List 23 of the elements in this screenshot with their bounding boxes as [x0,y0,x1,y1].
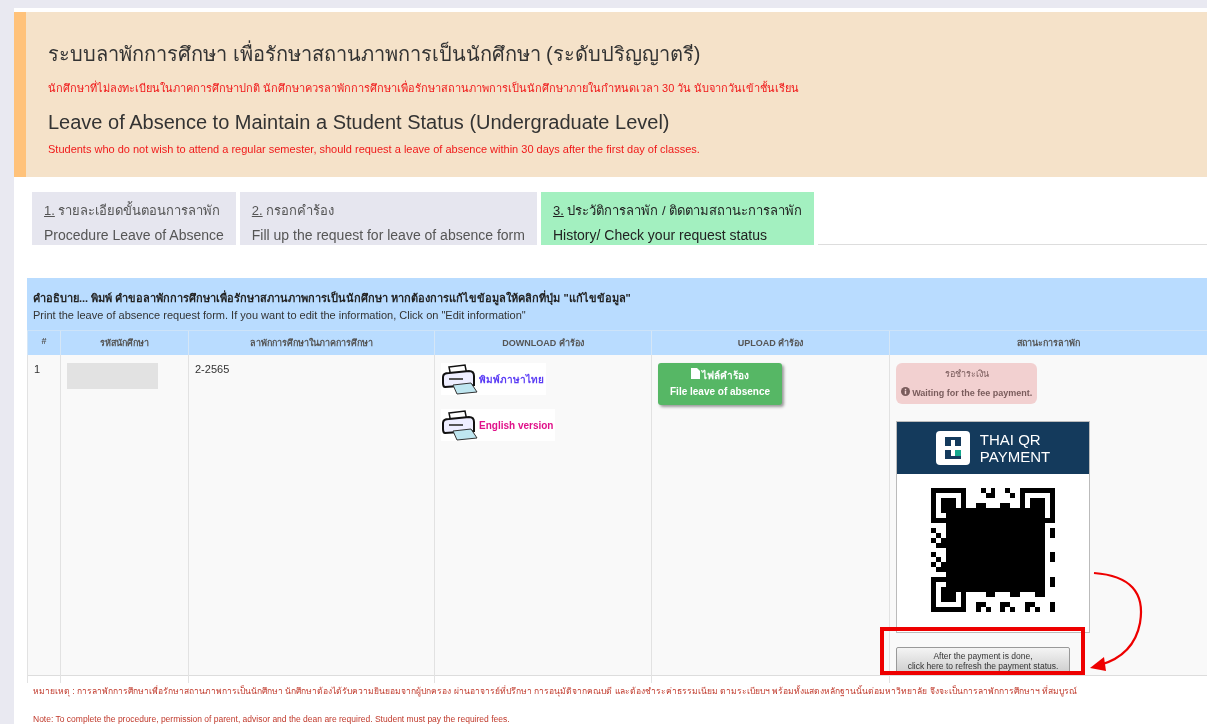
notice-text: นักศึกษาที่ไม่ลงทะเบียนในภาคการศึกษาปกติ นักศึกษาควรลาพักการศึกษาเพื่อรักษาสถานภาพการเป็นนักศึกษาภายในกำหนดเวลา 30 วัน นับจากวันเข้าชั้นเรียน [48,79,801,96]
notice-text: Students who do not wish to attend a regular semester, should request a leave of absence within 30 days after the first day of classes. [48,143,701,155]
print-link[interactable]: English version [441,409,556,441]
printer-icon [441,409,479,441]
printer-icon [441,363,479,395]
print-link[interactable]: พิมพ์ภาษาไทย [441,363,546,395]
qr-logo-icon [935,431,970,465]
step-tab[interactable]: 1. รายละเอียดขั้นตอนการลาพัก Procedure Leave of Absence [32,192,236,245]
status-badge: รอชำระเงิน Waiting for the fee payment. [896,363,1037,404]
step-tab[interactable]: 3. ประวัติการลาพัก / ติดตามสถานะการลาพัก History/ Check your request status [540,192,815,245]
description-text: คำอธิบาย... พิมพ์ คำขอลาพักการศึกษาเพื่อรักษาสภานภาพการเป็นนักศึกษา หากต้องการแก้ไขข้อมูลให้คลิกที่ปุ่ม "แก้ไขข้อมูล" [33,289,632,307]
info-icon [900,387,910,396]
page-title: ระบบลาพักการศึกษา เพื่อรักษาสถานภาพการเป็นนักศึกษา (ระดับปริญญาตรี) [48,38,1177,70]
note-text: Note: To complete the procedure, permission of parent, advisor and the dean are required. Student must pay the required fees. [33,714,511,724]
semester-text: 2-2565 [195,363,230,375]
brand-text: PAYMENT [979,448,1051,465]
note-text: หมายเหตุ : การลาพักการศึกษาเพื่อรักษาสถานภาพการเป็นนักศึกษา นักศึกษาต้องได้รับความยินยอมจากผู้ปกครอง ผ่านอาจารย์ที่ปรึกษา การอนุมัติจากคณบดี และต้องชำระค่าธรรมเนียม ตามระเบียบฯ พร้อมทั้งแสดงหลักฐานนั้นต่อมหาวิทยาลัย จึงจะเป็นการลาพักการศึกษาฯ ที่สมบูรณ์ [33,684,1078,698]
row-number: 1 [34,363,41,375]
description-text: Print the leave of absence request form. If you want to edit the information, Click on "Edit information" [33,309,527,321]
step-tab[interactable]: 2. กรอกคำร้อง Fill up the request for leave of absence form [239,192,537,245]
page-title: Leave of Absence to Maintain a Student Status (Undergraduate Level) [48,111,671,134]
file-icon [690,368,700,379]
brand-text: THAI QR [979,431,1042,448]
